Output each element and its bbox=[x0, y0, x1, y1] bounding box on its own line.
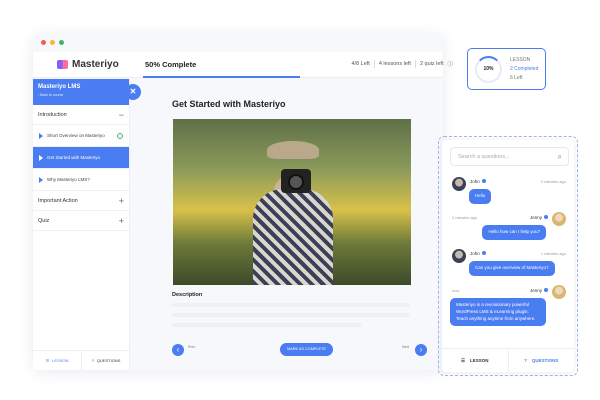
lesson-item-active[interactable]: Get Started with Masteriyo bbox=[33, 147, 129, 169]
expand-icon[interactable]: + bbox=[119, 196, 124, 206]
logo: Masteriyo bbox=[57, 59, 119, 70]
play-icon bbox=[39, 154, 43, 161]
page-title: Get Started with Masteriyo bbox=[172, 99, 286, 109]
sidebar-footer: ☰ LESSON ? QUESTIONS bbox=[33, 350, 130, 370]
lesson-item[interactable]: Short Overview on Masteriyo bbox=[33, 125, 129, 147]
next-label: Next bbox=[402, 345, 410, 349]
message-time: 2 minutes ago bbox=[452, 215, 478, 220]
questions-tab[interactable]: ? QUESTIONS bbox=[507, 349, 575, 372]
prev-label: Prev bbox=[188, 345, 196, 349]
list-icon: ☰ bbox=[460, 357, 466, 363]
section-introduction[interactable]: Introduction − bbox=[33, 105, 129, 125]
message-bubble: Can you give overview of Masteriyo? bbox=[469, 261, 555, 276]
sidebar: Masteriyo LMS ‹ Back to course ✕ Introdu… bbox=[33, 79, 141, 370]
avatar bbox=[452, 249, 466, 263]
lesson-item[interactable]: Why Masteriyo LMS? bbox=[33, 169, 129, 191]
search-input[interactable]: Search a questions... ⌕ bbox=[450, 147, 569, 166]
check-icon bbox=[117, 132, 123, 139]
avatar bbox=[452, 177, 466, 191]
camera-icon bbox=[281, 169, 311, 193]
mark-complete-button[interactable]: MARK AS COMPLETE bbox=[280, 343, 333, 356]
book-icon bbox=[57, 60, 68, 69]
close-dot[interactable] bbox=[41, 40, 46, 45]
minimize-dot[interactable] bbox=[50, 40, 55, 45]
stat-quiz: 2 quiz left bbox=[419, 61, 444, 67]
back-to-course-link[interactable]: ‹ Back to course bbox=[38, 93, 124, 97]
question-icon: ? bbox=[524, 358, 527, 363]
message-author: John bbox=[470, 179, 486, 184]
main-content: Get Started with Masteriyo Description ‹… bbox=[130, 79, 443, 370]
section-important-action[interactable]: Important Action + bbox=[33, 191, 129, 211]
window-controls bbox=[41, 40, 64, 45]
lesson-image bbox=[173, 119, 411, 285]
chat-footer: ☰ LESSON ? QUESTIONS bbox=[442, 348, 574, 372]
message-time: now bbox=[452, 288, 460, 293]
course-header: Masteriyo LMS ‹ Back to course ✕ bbox=[33, 79, 141, 105]
progress-bar bbox=[143, 76, 300, 78]
brand-name: Masteriyo bbox=[72, 59, 119, 70]
message-time: 1 minutes ago bbox=[540, 251, 566, 256]
section-quiz[interactable]: Quiz + bbox=[33, 211, 129, 231]
maximize-dot[interactable] bbox=[59, 40, 64, 45]
message-author: Jenny bbox=[530, 215, 548, 220]
tooltip-completed: 2 Completed bbox=[510, 66, 539, 72]
play-icon bbox=[39, 132, 43, 139]
message-time: 2 minutes ago bbox=[540, 179, 566, 184]
lesson-tab[interactable]: ☰ LESSON bbox=[33, 351, 81, 370]
lesson-tab[interactable]: ☰ LESSON bbox=[442, 349, 508, 372]
stat-lessons: 4 lessons left bbox=[378, 61, 411, 67]
collapse-icon[interactable]: − bbox=[119, 110, 124, 120]
search-icon: ⌕ bbox=[557, 152, 562, 161]
avatar bbox=[552, 285, 566, 299]
questions-tab[interactable]: ? QUESTIONS bbox=[81, 351, 130, 370]
progress-stats: 4/8 Left 4 lessons left 2 quiz left ⓘ bbox=[351, 60, 453, 68]
progress-tooltip: 10% LESSON 2 Completed 6 Left bbox=[467, 48, 546, 90]
description-heading: Description bbox=[172, 292, 203, 298]
prev-button[interactable]: ‹ bbox=[172, 344, 184, 356]
avatar bbox=[552, 212, 566, 226]
question-icon: ? bbox=[91, 358, 94, 363]
next-button[interactable]: › bbox=[415, 344, 427, 356]
message-bubble: Hello bbox=[469, 189, 492, 204]
progress-ring: 10% bbox=[475, 56, 502, 83]
progress-label: 50% Complete bbox=[145, 60, 197, 69]
play-icon bbox=[39, 176, 43, 183]
header: Masteriyo 50% Complete 4/8 Left 4 lesson… bbox=[33, 52, 453, 78]
app-window: Masteriyo 50% Complete 4/8 Left 4 lesson… bbox=[33, 34, 453, 370]
questions-panel: Search a questions... ⌕ John 2 minutes ag… bbox=[438, 136, 578, 376]
message-author: John bbox=[470, 251, 486, 256]
info-icon[interactable]: ⓘ bbox=[447, 60, 453, 68]
course-title: Masteriyo LMS bbox=[38, 84, 81, 90]
expand-icon[interactable]: + bbox=[119, 216, 124, 226]
message-author: Jenny bbox=[530, 288, 548, 293]
stat-left: 4/8 Left bbox=[351, 61, 370, 67]
tooltip-label: LESSON bbox=[510, 57, 531, 63]
message-bubble: Masteriyo is a revolutionary powerful Wo… bbox=[450, 298, 546, 327]
list-icon: ☰ bbox=[45, 358, 50, 363]
tooltip-left: 6 Left bbox=[510, 75, 523, 81]
message-bubble: Hello how can I help you? bbox=[482, 225, 546, 240]
